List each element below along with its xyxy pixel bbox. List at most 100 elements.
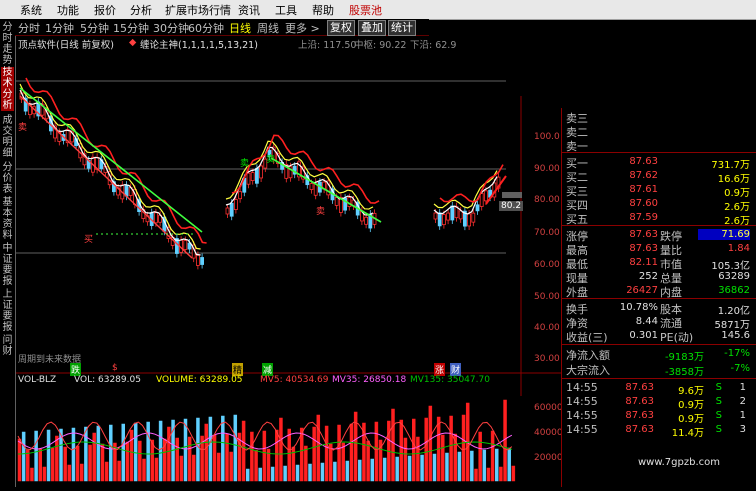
menu-extended-market[interactable]: 扩展市场行情 (165, 2, 231, 18)
mv135-value: MV135: 35047.70 (410, 375, 490, 385)
tick-side: S (715, 424, 722, 435)
event-marker[interactable]: $ (112, 363, 118, 373)
volume-bar (216, 452, 221, 482)
volume-bar (146, 421, 150, 482)
period-more[interactable]: 更多 > (285, 20, 320, 36)
volume-bar (320, 462, 325, 482)
bid-volume: 731.7万 (711, 160, 750, 171)
bid-price: 87.59 (629, 212, 658, 223)
volume-bar (208, 416, 213, 482)
period-intraday[interactable]: 分时 (18, 20, 40, 36)
vol-value: VOL: 63289.05 (74, 375, 141, 385)
quote-panel: 卖三 卖二 卖一 www.7gpzb.com 买一 87.63 731.7万 买二 87… (561, 108, 756, 487)
volume-bar (262, 430, 267, 482)
candle-body (183, 240, 188, 250)
volume-bar (399, 419, 404, 482)
price-tick: 90.00 (534, 164, 560, 174)
volume-bar (478, 431, 482, 482)
volume-bar (358, 459, 362, 482)
volume-bar (449, 415, 453, 482)
period-5min[interactable]: 5分钟 (80, 20, 109, 36)
volume-bar (507, 447, 511, 482)
flow-label: 大宗流入 (566, 364, 610, 377)
candle-body (250, 172, 255, 182)
bid-volume: 2.6万 (724, 216, 750, 227)
stat-value: 8.44 (635, 316, 658, 327)
candle-body (441, 214, 446, 226)
statistics-button[interactable]: 统计 (388, 20, 416, 36)
volume-bar (109, 424, 113, 482)
volume-bar (482, 449, 487, 482)
menu-bar: 系统 功能 报价 分析 扩展市场行情 资讯 工具 帮助 股票池 (0, 0, 756, 20)
stat-value: 10.78% (619, 302, 658, 313)
chart-area: 顶点软件(日线 前复权) ◆ 缠论主神(1,1,1,1,5,13,21) 上沿:… (16, 36, 563, 487)
flow-percent: -7% (730, 363, 750, 374)
kline-chart (16, 77, 561, 482)
volume-bar (84, 426, 88, 482)
tick-time: 14:55 (566, 409, 598, 422)
volume-bar (50, 447, 55, 482)
candle-body (309, 183, 314, 190)
candle-body (259, 165, 264, 179)
period-15min[interactable]: 15分钟 (113, 20, 149, 36)
price-tick: 30.00 (534, 354, 560, 364)
tick-count: 2 (739, 396, 746, 407)
adjust-button[interactable]: 复权 (327, 20, 355, 36)
sidebar-tab-technical[interactable]: 技术分析 (1, 67, 14, 111)
menu-stock-pool[interactable]: 股票池 (349, 2, 382, 18)
overlay-button[interactable]: 叠加 (358, 20, 386, 36)
candle-body (334, 197, 339, 206)
volume-bar (179, 455, 184, 482)
menu-news[interactable]: 资讯 (238, 2, 260, 18)
sidebar-tab-fundamentals[interactable]: 基本资料 (1, 197, 14, 241)
indicator-arrow-icon: ◆ (129, 37, 137, 48)
lower-band-label: 下沿: 62.9 (410, 40, 457, 51)
bid-price: 87.60 (629, 198, 658, 209)
sidebar-tab-price-table[interactable]: 分价表 (1, 162, 14, 195)
sidebar-tab-trades[interactable]: 成交明细 (1, 115, 14, 159)
menu-analysis[interactable]: 分析 (130, 2, 152, 18)
candle-body (254, 167, 259, 184)
volume-bar (196, 417, 200, 482)
volume-bar (100, 443, 105, 482)
volume-bar (312, 426, 316, 482)
tick-volume: 0.9万 (678, 400, 704, 411)
volume-bar (175, 437, 179, 482)
volume-bar (349, 423, 354, 482)
sidebar-tab-csi-news[interactable]: 中证要报 (1, 243, 14, 287)
stat-value: 82.11 (629, 257, 658, 268)
menu-function[interactable]: 功能 (57, 2, 79, 18)
volume-bar (416, 436, 420, 482)
center-label: 中枢: 90.22 (354, 40, 407, 51)
sidebar-tab-intraday[interactable]: 分时走势 (1, 22, 14, 66)
volume-bar (382, 457, 387, 482)
stat-value: 252 (638, 271, 658, 282)
volume-bar (370, 458, 374, 482)
menu-help[interactable]: 帮助 (312, 2, 334, 18)
volume-bar (26, 449, 30, 482)
menu-system[interactable]: 系统 (20, 2, 42, 18)
volume-bar (503, 399, 507, 482)
bid-volume: 2.6万 (724, 202, 750, 213)
volume-bar (183, 418, 188, 482)
period-1min[interactable]: 1分钟 (45, 20, 74, 36)
period-30min[interactable]: 30分钟 (153, 20, 189, 36)
candle-body (450, 205, 455, 221)
volume-bar (270, 466, 275, 482)
signal-buy: 买 (84, 235, 94, 245)
bid-level-label: 买五 (566, 213, 588, 226)
sidebar-tab-wencai[interactable]: 问财 (1, 335, 14, 357)
sidebar-tab-sse-news[interactable]: 上证要报 (1, 289, 14, 333)
bid-price: 87.62 (629, 170, 658, 181)
menu-quote[interactable]: 报价 (94, 2, 116, 18)
tick-side: S (715, 396, 722, 407)
menu-tools[interactable]: 工具 (275, 2, 297, 18)
volume-bar (499, 466, 503, 482)
period-60min[interactable]: 60分钟 (188, 20, 224, 36)
period-weekly[interactable]: 周线 (257, 20, 279, 36)
volume-bar (470, 450, 474, 482)
volume-bar (63, 446, 67, 482)
period-daily[interactable]: 日线 (229, 20, 251, 36)
flow-label: 净流入额 (566, 349, 610, 362)
volume-tick: 40000 (534, 428, 563, 438)
